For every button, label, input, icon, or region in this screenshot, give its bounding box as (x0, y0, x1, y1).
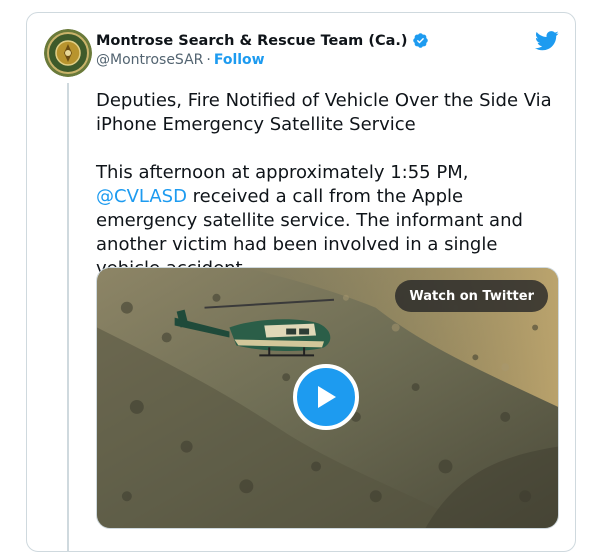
separator-dot: · (206, 52, 211, 68)
montrose-sar-logo (44, 29, 92, 77)
twitter-bird-icon[interactable] (535, 31, 559, 51)
author-handle[interactable]: @MontroseSAR (96, 52, 203, 68)
verified-badge-icon (412, 33, 428, 48)
play-button[interactable] (293, 364, 359, 430)
tweet-body-start: This afternoon at approximately 1:55 PM, (96, 162, 469, 183)
thread-line (67, 83, 69, 551)
tweet-card[interactable]: Montrose Search & Rescue Team (Ca.) @Mon… (26, 12, 576, 552)
play-icon (318, 386, 336, 408)
tweet-headline: Deputies, Fire Notified of Vehicle Over … (96, 90, 552, 135)
follow-button[interactable]: Follow (214, 52, 265, 68)
author-name-row[interactable]: Montrose Search & Rescue Team (Ca.) (96, 32, 429, 49)
tweet-body: This afternoon at approximately 1:55 PM,… (96, 161, 562, 281)
watch-on-twitter-button[interactable]: Watch on Twitter (395, 280, 548, 312)
avatar[interactable] (44, 29, 92, 77)
author-handle-row: @MontroseSAR · Follow (96, 52, 265, 68)
video-thumbnail[interactable]: Watch on Twitter (96, 267, 559, 529)
author-display-name[interactable]: Montrose Search & Rescue Team (Ca.) (96, 33, 408, 49)
mention-link[interactable]: @CVLASD (96, 186, 187, 207)
tweet-text: Deputies, Fire Notified of Vehicle Over … (96, 89, 562, 281)
